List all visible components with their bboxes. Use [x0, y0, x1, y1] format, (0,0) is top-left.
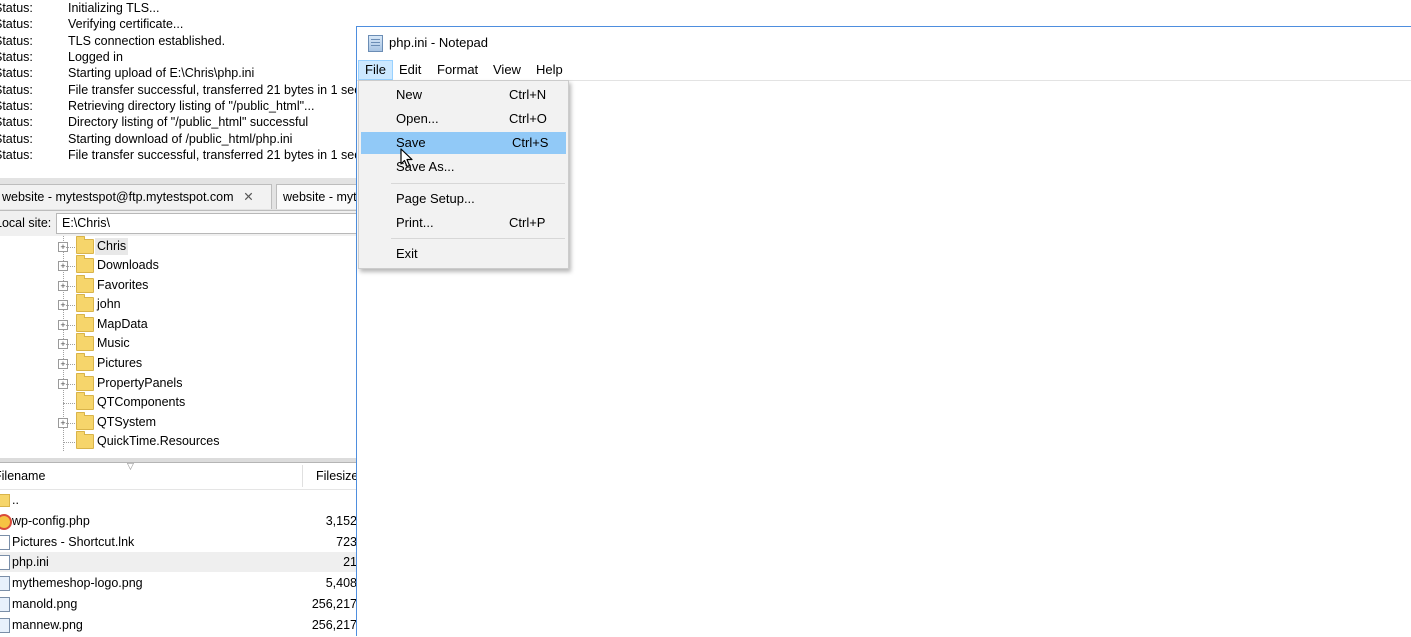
message-log: Status:Initializing TLS... Status:Verify… — [0, 0, 357, 168]
folder-icon — [76, 353, 94, 371]
folder-icon — [76, 431, 94, 449]
tree-item[interactable]: + Favorites — [0, 275, 357, 295]
menu-item-new[interactable]: New Ctrl+N — [361, 84, 566, 106]
tree-item[interactable]: QTComponents — [0, 392, 357, 412]
file-row[interactable]: mythemeshop-logo.png 5,408 — [0, 573, 357, 593]
tree-item[interactable]: QuickTime.Resources — [0, 431, 357, 451]
notepad-menu-bar: File Edit Format View Help — [357, 60, 1411, 81]
notepad-app-icon — [368, 35, 383, 52]
notepad-title-bar[interactable]: php.ini - Notepad — [357, 27, 1411, 59]
php-file-icon — [0, 514, 12, 530]
tree-item[interactable]: + Pictures — [0, 353, 357, 373]
folder-icon — [76, 255, 94, 273]
image-file-icon — [0, 576, 10, 591]
folder-icon — [76, 333, 94, 351]
file-list-header: ▽ Filename Filesize — [0, 461, 357, 490]
file-row[interactable]: manold.png 256,217 — [0, 594, 357, 614]
local-site-path-input[interactable]: E:\Chris\ — [56, 213, 357, 234]
menu-item-save[interactable]: Save Ctrl+S — [361, 132, 566, 154]
mouse-cursor-icon — [400, 148, 413, 168]
menu-help[interactable]: Help — [530, 60, 569, 80]
file-row[interactable]: Pictures - Shortcut.lnk 723 — [0, 532, 357, 552]
tree-item[interactable]: + Downloads — [0, 255, 357, 275]
window-title: php.ini - Notepad — [389, 35, 489, 50]
menu-item-save-as[interactable]: Save As... — [361, 156, 566, 178]
local-site-bar: Local site: E:\Chris\ — [0, 211, 357, 237]
file-row[interactable]: wp-config.php 3,152 — [0, 511, 357, 531]
tree-item[interactable]: + PropertyPanels — [0, 373, 357, 393]
folder-icon — [76, 275, 94, 293]
folder-icon — [76, 412, 94, 430]
menu-separator — [391, 238, 565, 239]
folder-icon — [76, 236, 94, 254]
filezilla-window: Status:Initializing TLS... Status:Verify… — [0, 0, 357, 636]
local-site-label: Local site: — [0, 216, 52, 230]
local-directory-tree: + Chris + Downloads + Favorites + john + MapD… — [0, 236, 357, 458]
sort-chevron-icon: ▽ — [127, 461, 134, 471]
file-menu-dropdown: New Ctrl+N Open... Ctrl+O Save Ctrl+S Save … — [358, 80, 569, 269]
ini-file-icon — [0, 555, 10, 570]
tree-item[interactable]: + QTSystem — [0, 412, 357, 432]
close-icon[interactable]: ✕ — [242, 185, 256, 209]
local-file-list: .. wp-config.php 3,152 Pictures - Shortcu… — [0, 490, 357, 636]
menu-format[interactable]: Format — [431, 60, 484, 80]
image-file-icon — [0, 597, 10, 612]
menu-item-print[interactable]: Print... Ctrl+P — [361, 212, 566, 234]
folder-icon — [76, 373, 94, 391]
image-file-icon — [0, 618, 10, 633]
site-tab[interactable]: website - mytestspot@ftp.mytestspot.com — [276, 184, 357, 209]
tree-item[interactable]: + Music — [0, 333, 357, 353]
file-row[interactable]: .. — [0, 490, 357, 510]
file-row[interactable]: php.ini 21 — [0, 552, 357, 572]
site-tab-active[interactable]: website - mytestspot@ftp.mytestspot.com ✕ — [0, 184, 272, 209]
tree-item[interactable]: + Chris — [0, 236, 357, 256]
menu-item-page-setup[interactable]: Page Setup... — [361, 188, 566, 210]
column-header-filename[interactable]: Filename — [0, 469, 45, 483]
folder-icon — [76, 392, 94, 410]
parent-folder-icon — [0, 494, 10, 507]
menu-edit[interactable]: Edit — [393, 60, 427, 80]
menu-file[interactable]: File — [358, 60, 393, 80]
folder-icon — [76, 294, 94, 312]
folder-icon — [76, 314, 94, 332]
column-header-filesize[interactable]: Filesize — [316, 469, 357, 483]
site-tab-bar: website - mytestspot@ftp.mytestspot.com ✕… — [0, 178, 357, 211]
file-row[interactable]: mannew.png 256,217 — [0, 615, 357, 635]
shortcut-file-icon — [0, 535, 10, 550]
menu-separator — [391, 183, 565, 184]
tree-item[interactable]: + MapData — [0, 314, 357, 334]
tree-item[interactable]: + john — [0, 294, 357, 314]
menu-item-exit[interactable]: Exit — [361, 243, 566, 265]
menu-item-open[interactable]: Open... Ctrl+O — [361, 108, 566, 130]
menu-view[interactable]: View — [487, 60, 527, 80]
